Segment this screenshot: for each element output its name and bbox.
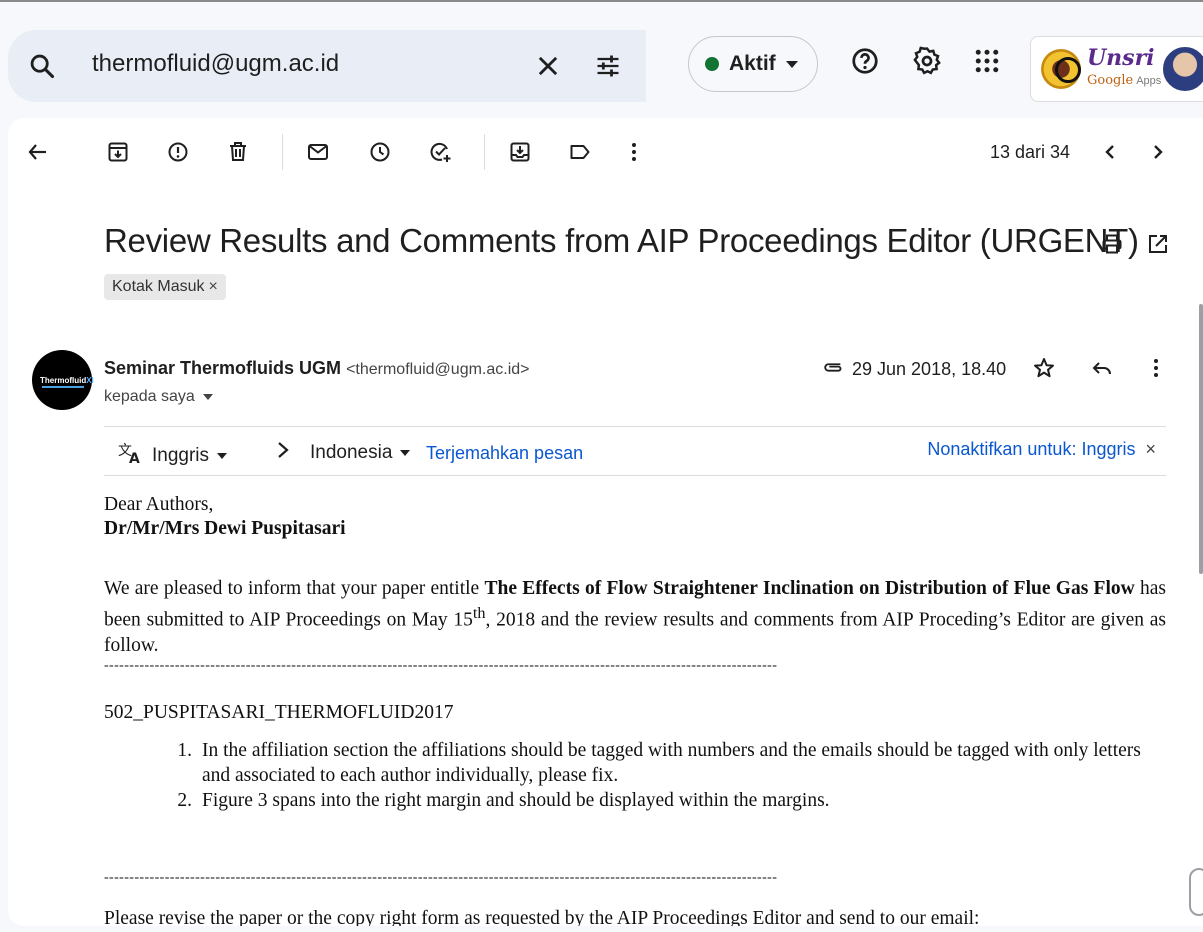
intro-paragraph: We are pleased to inform that your paper… [104, 578, 1167, 656]
newer-chevron-left-icon[interactable] [1098, 140, 1122, 169]
search-bar[interactable]: thermofluid@ugm.ac.id [8, 30, 646, 102]
translate-icon: 文A [118, 441, 144, 471]
greeting: Dear Authors, [104, 494, 214, 515]
message-date: 29 Jun 2018, 18.40 [852, 359, 1007, 379]
paper-title: The Effects of Flow Straightener Inclina… [484, 578, 1135, 599]
move-to-inbox-icon[interactable] [508, 140, 532, 169]
message-counter: 13 dari 34 [990, 142, 1071, 162]
search-input[interactable]: thermofluid@ugm.ac.id [92, 50, 339, 78]
remove-label-icon[interactable]: × [208, 274, 217, 300]
print-icon[interactable] [1100, 232, 1124, 261]
closing-paragraph: Please revise the paper or the copy righ… [104, 908, 980, 926]
source-language-dropdown[interactable]: 文A Inggris [118, 441, 228, 471]
mark-unread-mail-icon[interactable] [306, 140, 330, 169]
sender-avatar-logo: ThermofluidXI [40, 376, 94, 385]
chevron-right-icon [276, 441, 290, 465]
window-top-border [0, 0, 1203, 2]
side-panel-toggle[interactable] [1189, 868, 1203, 916]
review-comments-list: 1. In the affiliation section the affilia… [168, 738, 1168, 813]
message-date-area: 29 Jun 2018, 18.40 [822, 356, 1006, 383]
list-item: 2. Figure 3 spans into the right margin a… [177, 790, 830, 811]
clear-search-icon[interactable] [534, 52, 562, 85]
sender-avatar[interactable]: ThermofluidXI [32, 350, 94, 410]
apps-grid-icon[interactable] [972, 46, 1002, 81]
toolbar-divider [484, 134, 485, 170]
recipient-details[interactable]: kepada saya [104, 388, 213, 406]
more-options-icon[interactable] [622, 140, 646, 169]
message-more-icon[interactable] [1144, 356, 1168, 385]
toolbar-divider [282, 134, 283, 170]
disable-translate-option[interactable]: Nonaktifkan untuk: Inggris × [927, 439, 1156, 460]
sender-email: <thermofluid@ugm.ac.id> [346, 361, 530, 378]
snooze-clock-icon[interactable] [368, 140, 392, 169]
status-dot [705, 57, 719, 71]
translate-message-link[interactable]: Terjemahkan pesan [426, 443, 583, 464]
delete-trash-icon[interactable] [226, 140, 250, 169]
scrollbar[interactable] [1199, 304, 1203, 574]
star-icon[interactable] [1032, 356, 1056, 385]
list-item: 1. In the affiliation section the affilia… [177, 740, 1141, 786]
back-arrow-icon[interactable] [26, 140, 50, 169]
paper-id: 502_PUSPITASARI_THERMOFLUID2017 [104, 702, 454, 723]
account-switcher[interactable]: Unsri Google Apps [1030, 36, 1203, 102]
chevron-down-icon [217, 453, 228, 459]
unsri-logo-ring [1055, 57, 1081, 83]
sender-name[interactable]: Seminar Thermofluids UGM [104, 358, 341, 378]
search-icon[interactable] [28, 52, 56, 85]
inbox-label-chip[interactable]: Kotak Masuk × [104, 274, 226, 300]
chevron-down-icon [785, 60, 798, 68]
separator-line: ----------------------------------------… [104, 870, 778, 885]
add-task-icon[interactable] [428, 140, 452, 169]
disable-translate-label[interactable]: Nonaktifkan untuk: Inggris [927, 439, 1135, 460]
target-language-dropdown[interactable]: Indonesia [276, 441, 411, 465]
settings-gear-icon[interactable] [912, 46, 942, 81]
recipient-label: kepada saya [104, 388, 195, 405]
source-language: Inggris [152, 445, 210, 466]
account-avatar[interactable] [1161, 45, 1203, 93]
svg-text:A: A [129, 451, 140, 465]
translate-bar: 文A Inggris Indonesia Terjemahkan pesan N… [104, 426, 1166, 476]
older-chevron-right-icon[interactable] [1146, 140, 1170, 169]
status-dropdown[interactable]: Aktif [688, 36, 818, 92]
chevron-down-icon[interactable] [202, 394, 213, 400]
email-subject: Review Results and Comments from AIP Pro… [104, 222, 1139, 259]
addressee: Dr/Mr/Mrs Dewi Puspitasari [104, 518, 346, 539]
reply-arrow-icon[interactable] [1090, 356, 1114, 385]
close-translate-icon[interactable]: × [1145, 439, 1156, 460]
archive-icon[interactable] [106, 140, 130, 169]
separator-line: ----------------------------------------… [104, 658, 778, 673]
label-chip-text: Kotak Masuk [112, 278, 205, 295]
sender-line: Seminar Thermofluids UGM <thermofluid@ug… [104, 358, 530, 379]
brand-sub: Google Apps [1087, 73, 1162, 88]
help-icon[interactable] [850, 46, 880, 81]
attachment-paperclip-icon [822, 356, 844, 383]
search-options-icon[interactable] [594, 52, 622, 85]
status-label: Aktif [729, 52, 776, 75]
report-spam-icon[interactable] [166, 140, 190, 169]
chevron-down-icon [400, 450, 411, 456]
label-tag-icon[interactable] [568, 140, 592, 169]
target-language: Indonesia [310, 442, 393, 463]
brand-script: Unsri [1087, 45, 1155, 71]
message-panel: 13 dari 34 Review Results and Comments f… [8, 118, 1203, 926]
open-in-new-window-icon[interactable] [1146, 232, 1170, 261]
